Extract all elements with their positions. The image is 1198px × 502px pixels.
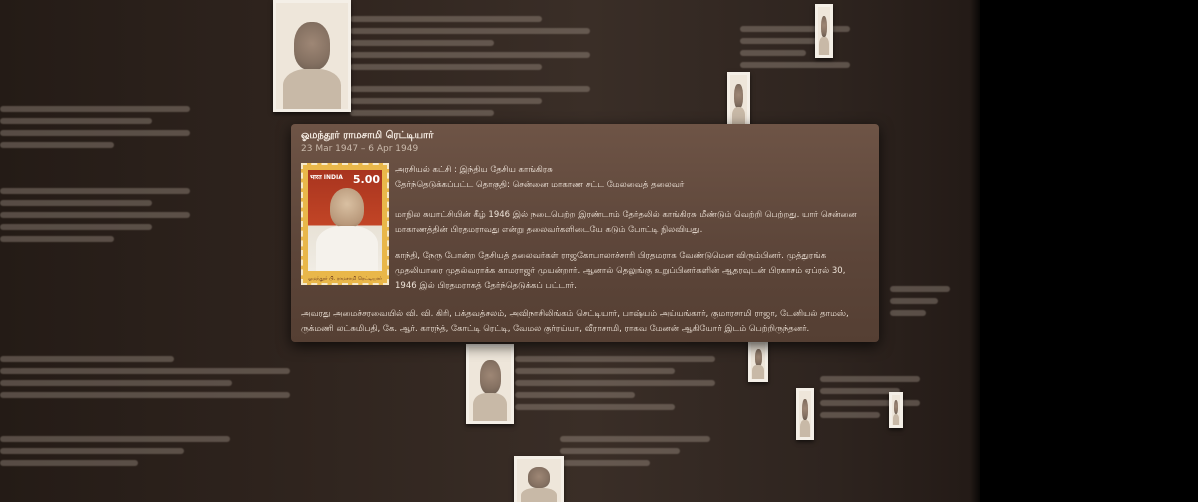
stamp-country: भारत INDIA <box>310 174 343 181</box>
portrait-thumbnail[interactable] <box>514 456 564 502</box>
leader-info-popup: ஓமந்தூர் ராமசாமி ரெட்டியார் 23 Mar 1947 … <box>291 124 879 342</box>
background-text-block <box>515 350 715 416</box>
portrait-thumbnail[interactable] <box>727 72 750 130</box>
empty-region <box>980 0 1198 502</box>
background-text-block <box>0 350 290 404</box>
background-text-block <box>0 182 190 248</box>
background-text-block <box>890 280 950 322</box>
portrait-thumbnail[interactable] <box>815 4 833 58</box>
stamp-portrait <box>330 188 364 228</box>
leader-stamp-image: भारत INDIA 5.00 ஓமந்தூர் பி. ராமசாமி ரெட… <box>301 163 389 285</box>
bio-paragraph: காந்தி, நேரு போன்ற தேசியத் தலைவர்கள் ராஜ… <box>395 251 846 291</box>
stamp-caption: ஓமந்தூர் பி. ராமசாமி ரெட்டியார் <box>308 276 382 282</box>
portrait-thumbnail[interactable] <box>889 392 903 428</box>
cabinet-paragraph: அவரது அமைச்சரவையில் வி. வி. கிரி, பக்தவத… <box>301 309 849 334</box>
bio-paragraph: மாநில சுயாட்சியின் கீழ் 1946 இல் நடைபெற்… <box>395 210 857 235</box>
constituency-label: தேர்ந்தெடுக்கப்பட்ட தொகுதி: சென்னை மாகாண… <box>395 180 685 190</box>
portrait-thumbnail[interactable] <box>748 340 768 382</box>
party-label: அரசியல் கட்சி : இந்திய தேசிய காங்கிரசு <box>395 165 553 175</box>
stamp-value: 5.00 <box>352 173 380 186</box>
timeline-wall: ஓமந்தூர் ராமசாமி ரெட்டியார் 23 Mar 1947 … <box>0 0 980 502</box>
background-text-block <box>350 10 590 76</box>
portrait-thumbnail[interactable] <box>466 344 514 424</box>
portrait-thumbnail[interactable] <box>796 388 814 440</box>
background-text-block <box>350 80 590 122</box>
background-text-block <box>820 370 920 424</box>
leader-name: ஓமந்தூர் ராமசாமி ரெட்டியார் <box>301 130 434 141</box>
portrait-thumbnail[interactable] <box>273 0 351 112</box>
background-text-block <box>560 430 710 472</box>
background-text-block <box>740 20 850 74</box>
background-text-block <box>0 100 190 154</box>
term-dates: 23 Mar 1947 – 6 Apr 1949 <box>301 144 419 154</box>
background-text-block <box>0 430 230 472</box>
